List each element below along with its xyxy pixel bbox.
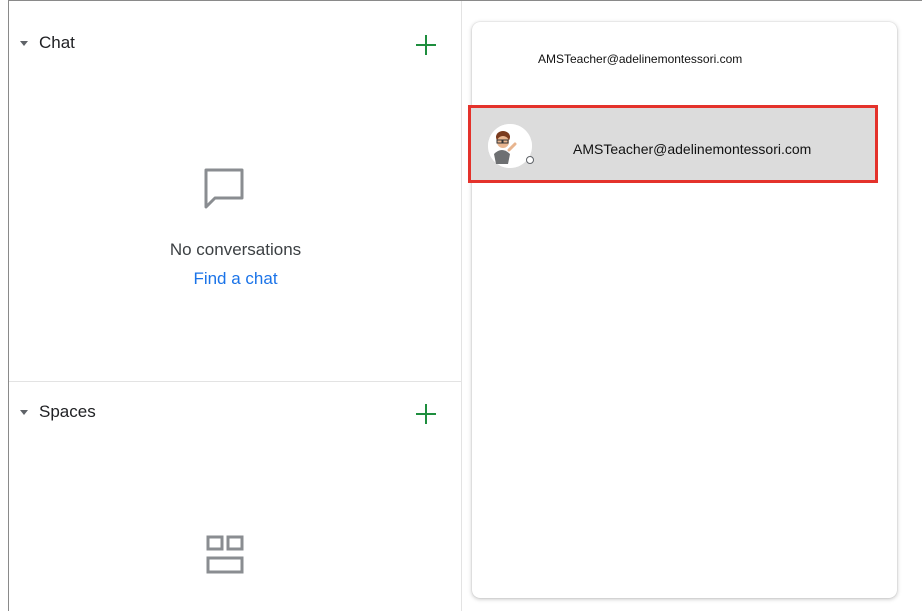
avatar [488, 124, 534, 168]
caret-down-icon[interactable] [20, 40, 28, 46]
account-option-email: AMSTeacher@adelinemontessori.com [573, 141, 812, 157]
section-divider [9, 381, 462, 382]
spaces-title: Spaces [39, 402, 96, 421]
spaces-section-header[interactable]: Spaces [9, 390, 462, 434]
chat-section-header[interactable]: Chat [9, 21, 462, 65]
find-chat-link[interactable]: Find a chat [9, 269, 462, 289]
account-menu-header-email: AMSTeacher@adelinemontessori.com [538, 52, 743, 66]
chat-empty-text: No conversations [169, 240, 302, 259]
chat-title: Chat [39, 33, 75, 52]
left-panel: Chat No conversations Find a chat Spaces [9, 1, 462, 611]
add-space-plus-icon[interactable] [415, 403, 437, 425]
account-menu-panel: AMSTeacher@adelinemontessori.com AMSTeac… [468, 22, 897, 598]
caret-down-icon[interactable] [20, 409, 28, 415]
spaces-grid-icon [206, 535, 244, 574]
add-chat-plus-icon[interactable] [415, 34, 437, 56]
chat-bubble-icon [204, 168, 244, 209]
status-dot-icon [526, 156, 534, 164]
account-option-selected[interactable]: AMSTeacher@adelinemontessori.com [468, 105, 878, 183]
